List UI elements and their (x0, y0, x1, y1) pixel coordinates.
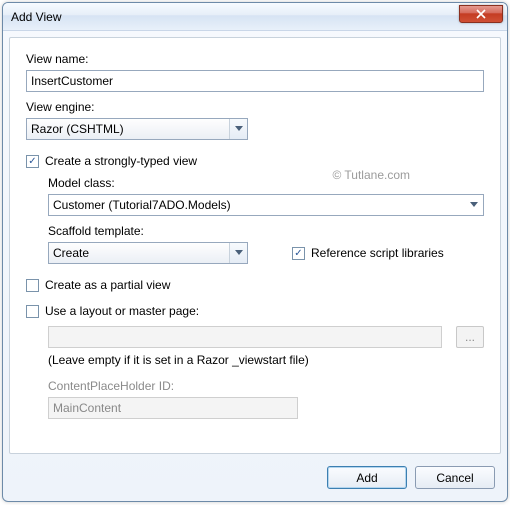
scaffold-value: Create (53, 246, 225, 260)
scaffold-label: Scaffold template: (48, 224, 484, 238)
use-layout-checkbox[interactable]: Use a layout or master page: (26, 304, 484, 318)
view-engine-label: View engine: (26, 100, 484, 114)
model-class-combo[interactable]: Customer (Tutorial7ADO.Models) (48, 194, 484, 216)
layout-hint: (Leave empty if it is set in a Razor _vi… (48, 353, 484, 367)
reference-script-label: Reference script libraries (311, 246, 444, 260)
chevron-down-icon (229, 243, 247, 263)
view-name-input[interactable] (26, 70, 484, 92)
add-button[interactable]: Add (327, 466, 407, 489)
window-title: Add View (11, 10, 459, 24)
checkbox-icon: ✓ (292, 247, 305, 260)
view-name-label: View name: (26, 52, 484, 66)
reference-script-checkbox[interactable]: ✓ Reference script libraries (292, 246, 444, 260)
browse-layout-button: ... (456, 326, 484, 348)
model-class-value: Customer (Tutorial7ADO.Models) (53, 198, 461, 212)
strongly-typed-label: Create a strongly-typed view (45, 154, 197, 168)
strongly-typed-checkbox[interactable]: ✓ Create a strongly-typed view (26, 154, 484, 168)
cancel-button[interactable]: Cancel (415, 466, 495, 489)
partial-view-checkbox[interactable]: Create as a partial view (26, 278, 484, 292)
cph-input (48, 397, 298, 419)
layout-path-input (48, 326, 442, 348)
checkbox-icon: ✓ (26, 155, 39, 168)
add-view-dialog: Add View © Tutlane.com View name: View e… (2, 2, 508, 502)
model-class-label: Model class: (48, 176, 484, 190)
titlebar: Add View (3, 3, 507, 31)
partial-view-label: Create as a partial view (45, 278, 170, 292)
dialog-footer: Add Cancel (3, 460, 507, 501)
use-layout-label: Use a layout or master page: (45, 304, 199, 318)
watermark: © Tutlane.com (332, 168, 410, 182)
chevron-down-icon (465, 195, 483, 215)
dialog-body: © Tutlane.com View name: View engine: Ra… (9, 37, 501, 454)
view-engine-combo[interactable]: Razor (CSHTML) (26, 118, 248, 140)
scaffold-combo[interactable]: Create (48, 242, 248, 264)
checkbox-icon (26, 305, 39, 318)
view-engine-value: Razor (CSHTML) (31, 122, 225, 136)
close-button[interactable] (459, 5, 503, 23)
ellipsis-icon: ... (465, 330, 475, 344)
checkbox-icon (26, 279, 39, 292)
cph-label: ContentPlaceHolder ID: (48, 379, 484, 393)
close-icon (476, 9, 486, 19)
chevron-down-icon (229, 119, 247, 139)
